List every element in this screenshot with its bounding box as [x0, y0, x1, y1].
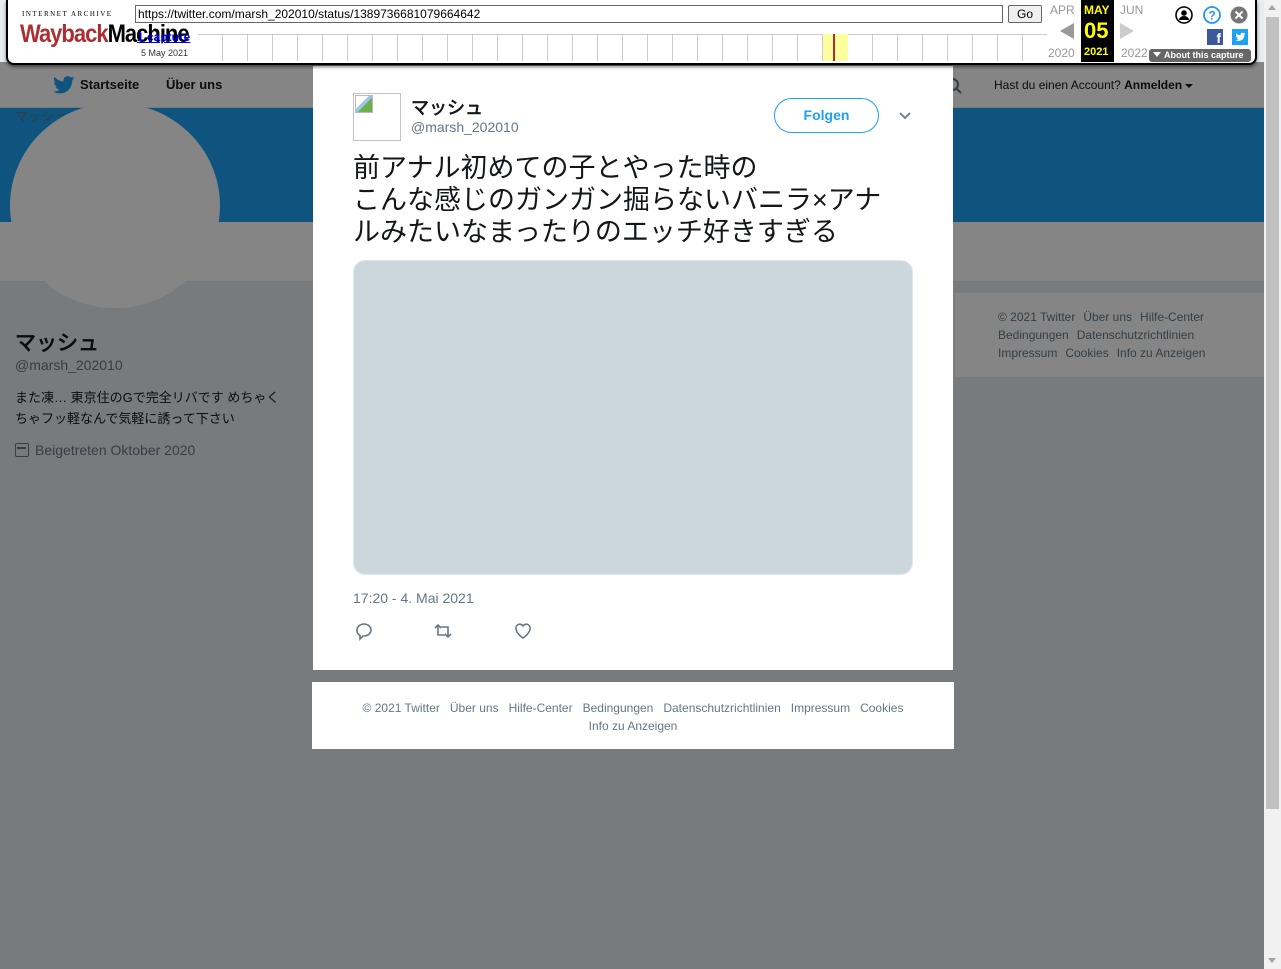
tweet-text-line: こんな感じのガンガン掘らないバニラ×アナ [353, 185, 882, 215]
prev-year-label[interactable]: 2020 [1048, 46, 1075, 60]
user-icon[interactable] [1175, 6, 1193, 24]
wayback-toolbar: INTERNET ARCHIVE WaybackMachine https://… [6, 0, 1257, 65]
tweet-timestamp[interactable]: 17:20 - 4. Mai 2021 [353, 590, 474, 606]
twitter-share-icon[interactable] [1232, 29, 1248, 45]
go-button[interactable]: Go [1008, 5, 1042, 23]
prev-month-label[interactable]: APR [1050, 3, 1075, 17]
tweet-text-line: 前アナル初めての子とやった時の [353, 153, 758, 183]
modal-footer: © 2021 Twitter Über uns Hilfe-Center Beding… [312, 682, 954, 749]
close-icon[interactable] [1230, 6, 1248, 24]
reply-icon[interactable] [354, 621, 374, 641]
tweet-text: 前アナル初めての子とやった時の こんな感じのガンガン掘らないバニラ×アナ ルみた… [353, 152, 893, 248]
capture-sparkline[interactable] [198, 34, 1047, 61]
footer-link[interactable]: Info zu Anzeigen [589, 719, 678, 733]
footer-link[interactable]: Bedingungen [583, 701, 654, 715]
tweet-text-line: ルみたいなまったりのエッチ好きすぎる [353, 217, 838, 247]
tweet-avatar[interactable] [353, 93, 401, 141]
modal-footer-links: © 2021 Twitter Über uns Hilfe-Center Beding… [342, 699, 924, 735]
tweet-author-name[interactable]: マッシュ [411, 94, 483, 120]
next-capture-arrow-icon[interactable] [1120, 23, 1134, 39]
facebook-icon[interactable]: f [1207, 29, 1223, 46]
sparkline-capture-mark[interactable] [833, 34, 835, 61]
footer-link[interactable]: Impressum [791, 701, 850, 715]
svg-text:?: ? [1208, 9, 1215, 23]
retweet-icon[interactable] [433, 621, 453, 641]
footer-link[interactable]: Hilfe-Center [509, 701, 573, 715]
footer-link[interactable]: Datenschutzrichtlinien [663, 701, 780, 715]
wayback-logo-way: Wayback [20, 19, 109, 48]
like-icon[interactable] [513, 621, 533, 641]
wayback-url-input[interactable]: https://twitter.com/marsh_202010/status/… [135, 5, 1003, 23]
capture-date: 5 May 2021 [141, 48, 189, 58]
help-icon[interactable]: ? [1203, 6, 1221, 24]
next-month-label[interactable]: JUN [1120, 3, 1143, 17]
current-month: MAY [1084, 3, 1110, 17]
scrollbar-thumb[interactable] [1266, 17, 1279, 809]
wayback-logo-caption: INTERNET ARCHIVE [22, 10, 113, 18]
next-year-label[interactable]: 2022 [1121, 46, 1148, 60]
footer-link[interactable]: Über uns [450, 701, 499, 715]
scroll-up-arrow-icon[interactable] [1268, 5, 1276, 10]
about-capture-button[interactable]: About this capture [1149, 49, 1251, 62]
sparkline-current-month[interactable] [823, 34, 848, 61]
tweet-media[interactable] [353, 260, 913, 575]
footer-link[interactable]: © 2021 Twitter [363, 701, 440, 715]
scroll-down-arrow-icon[interactable] [1268, 958, 1276, 963]
current-day: 05 [1084, 18, 1109, 43]
current-year: 2021 [1084, 46, 1109, 58]
tweet-author-handle[interactable]: @marsh_202010 [411, 119, 519, 135]
captures-link[interactable]: 1 capture [137, 30, 190, 44]
prev-capture-arrow-icon[interactable] [1060, 23, 1074, 39]
chevron-down-icon[interactable] [898, 109, 912, 123]
tweet-modal: マッシュ @marsh_202010 Folgen 前アナル初めての子とやった時… [313, 66, 953, 670]
follow-button[interactable]: Folgen [774, 98, 879, 133]
footer-link[interactable]: Cookies [860, 701, 903, 715]
